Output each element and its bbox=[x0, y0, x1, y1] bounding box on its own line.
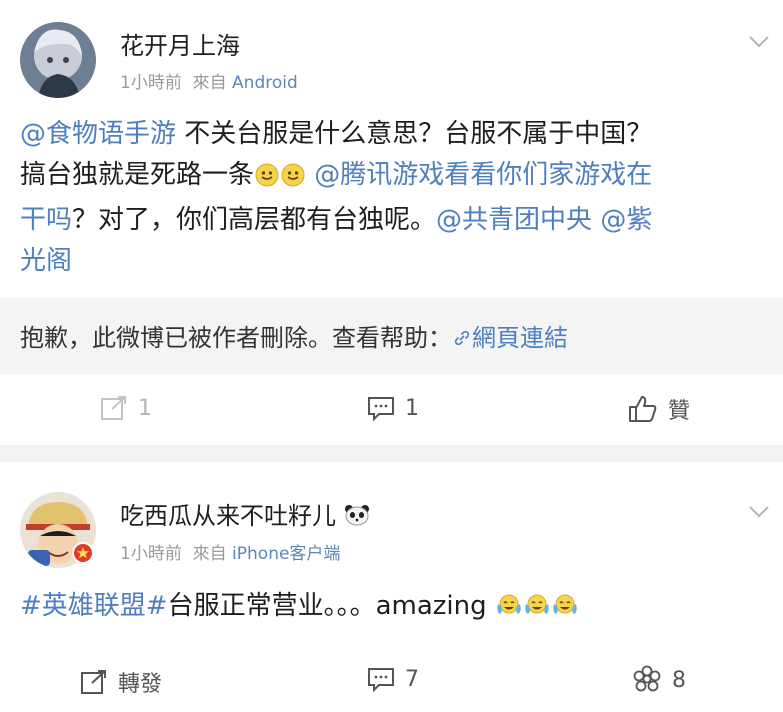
username[interactable]: 吃西瓜从来不吐籽儿 bbox=[120, 496, 370, 531]
like-count: 8 bbox=[672, 667, 686, 693]
repost-count: 1 bbox=[138, 395, 152, 421]
hashtag-link[interactable]: #英雄联盟# bbox=[20, 591, 168, 621]
comment-icon bbox=[368, 668, 394, 692]
mention-link[interactable]: 光阁 bbox=[20, 246, 72, 276]
post-text: 搞台独就是死路一条 bbox=[20, 160, 255, 190]
chevron-down-icon[interactable] bbox=[748, 30, 770, 52]
source-prefix: 來自 bbox=[192, 544, 227, 564]
repost-button[interactable]: 轉發 bbox=[80, 666, 162, 698]
post-source[interactable]: Android bbox=[232, 73, 298, 93]
post-source[interactable]: iPhone客户端 bbox=[232, 544, 340, 564]
flower-like-icon bbox=[633, 665, 661, 692]
tears-of-joy-emoji-icon bbox=[496, 590, 522, 631]
username[interactable]: 花开月上海 bbox=[120, 26, 240, 61]
repost-button[interactable]: 1 bbox=[100, 395, 152, 421]
deleted-notice-box: 抱歉，此微博已被作者刪除。查看帮助： 網頁連結 bbox=[0, 298, 783, 374]
like-button[interactable]: 贊 bbox=[628, 393, 690, 425]
deleted-notice: 抱歉，此微博已被作者刪除。查看帮助： bbox=[20, 324, 452, 352]
post-time: 1小時前 bbox=[120, 544, 182, 564]
post-body: @食物语手游 不关台服是什么意思？台服不属于中国？ 搞台独就是死路一条 @腾讯游… bbox=[20, 114, 770, 282]
mention-link[interactable]: @紫 bbox=[600, 205, 652, 235]
post-time: 1小時前 bbox=[120, 73, 182, 93]
mention-link[interactable]: @共青团中央 bbox=[436, 205, 592, 235]
tears-of-joy-emoji-icon bbox=[552, 590, 578, 631]
like-label: 贊 bbox=[668, 399, 691, 424]
chevron-down-icon[interactable] bbox=[748, 500, 770, 522]
panda-emoji-icon bbox=[344, 505, 369, 526]
smile-emoji-icon bbox=[281, 159, 305, 200]
post-meta: 1小時前 來自 Android bbox=[120, 68, 298, 93]
repost-icon bbox=[81, 670, 106, 694]
weibo-post-2: 吃西瓜从来不吐籽儿 1小時前 來自 iPhone客户端 #英雄联盟#台服正常营业… bbox=[0, 462, 783, 712]
web-link[interactable]: 網頁連結 bbox=[452, 324, 568, 352]
source-prefix: 來自 bbox=[192, 73, 227, 93]
post-body: #英雄联盟#台服正常营业。。。amazing bbox=[20, 586, 770, 631]
post-separator bbox=[0, 445, 783, 462]
mention-link[interactable]: @食物语手游 bbox=[20, 119, 176, 149]
post-meta: 1小時前 來自 iPhone客户端 bbox=[120, 539, 340, 564]
post-text: 台服正常营业。。。amazing bbox=[167, 591, 487, 621]
comment-count: 1 bbox=[405, 395, 419, 421]
comment-button[interactable]: 1 bbox=[367, 395, 419, 421]
weibo-post-1: 花开月上海 1小時前 來自 Android @食物语手游 不关台服是什么意思？台… bbox=[0, 0, 783, 445]
comment-button[interactable]: 7 bbox=[367, 666, 419, 692]
repost-icon bbox=[101, 396, 126, 420]
tears-of-joy-emoji-icon bbox=[524, 590, 550, 631]
mention-link[interactable]: 干吗 bbox=[20, 205, 72, 235]
link-icon bbox=[454, 330, 470, 346]
post-text: ？对了，你们高层都有台独呢。 bbox=[72, 205, 437, 235]
comment-count: 7 bbox=[405, 666, 419, 692]
smile-emoji-icon bbox=[255, 159, 279, 200]
thumbs-up-icon bbox=[629, 396, 657, 422]
post-text: 不关台服是什么意思？台服不属于中国？ bbox=[176, 119, 653, 149]
repost-label: 轉發 bbox=[118, 672, 163, 697]
verified-badge-icon bbox=[72, 542, 94, 564]
like-button[interactable]: 8 bbox=[632, 665, 686, 695]
avatar[interactable] bbox=[20, 22, 96, 98]
comment-icon bbox=[368, 397, 394, 421]
mention-link[interactable]: @腾讯游戏看看你们家游戏在 bbox=[314, 160, 652, 190]
